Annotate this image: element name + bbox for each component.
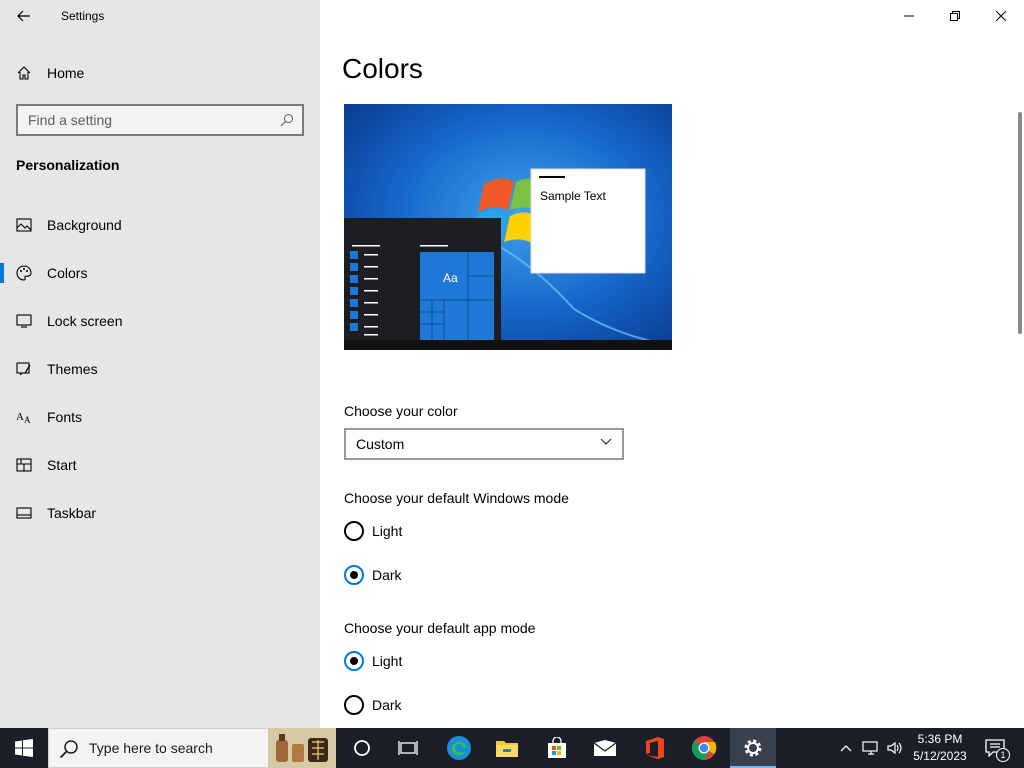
task-view-button[interactable] [388,728,428,768]
svg-text:A: A [16,411,24,423]
close-icon [996,11,1006,21]
sidebar-item-label: Fonts [47,409,83,425]
sidebar-item-lock-screen[interactable]: Lock screen [0,301,320,341]
restore-icon [950,11,960,21]
nav-home-label: Home [47,65,85,81]
tile-text: Aa [443,271,458,285]
find-setting-search[interactable] [16,104,304,136]
app-mode-dark-radio[interactable] [344,695,364,715]
app-mode-label: Choose your default app mode [344,620,536,636]
file-explorer-icon [496,741,518,757]
palette-icon [16,265,32,281]
search-icon [280,113,294,127]
settings-icon [744,739,762,757]
chevron-down-icon [600,438,612,445]
office-button[interactable] [634,728,676,768]
clock-button[interactable]: 5:36 PM 5/12/2023 [908,728,972,768]
search-input[interactable] [18,106,302,134]
windows-mode-dark-label: Dark [372,567,402,583]
app-mode-light-radio[interactable] [344,651,364,671]
app-mode-light-label: Light [372,653,403,669]
minimize-icon [904,15,914,17]
choose-color-label: Choose your color [344,403,458,419]
show-hidden-icons-button[interactable] [836,728,856,768]
settings-taskbar-button[interactable] [730,728,776,768]
sidebar-item-colors[interactable]: Colors [0,253,320,293]
sidebar-item-label: Background [47,217,122,233]
app-mode-dark-option[interactable]: Dark [344,693,402,717]
search-icon [59,740,78,759]
sidebar-item-start[interactable]: Start [0,445,320,485]
section-title: Personalization [16,157,120,173]
taskbar-search-placeholder: Type here to search [89,740,213,756]
page-title: Colors [342,53,423,84]
store-icon [548,737,566,758]
app-mode-dark-label: Dark [372,697,402,713]
clock-time: 5:36 PM [917,732,963,746]
windows-mode-light-label: Light [372,523,403,539]
sidebar-item-taskbar[interactable]: Taskbar [0,493,320,533]
home-icon [16,65,32,81]
mail-icon [593,740,617,756]
color-preview: Aa Sample Text [344,104,672,350]
search-highlight-icon [268,728,336,768]
mail-button[interactable] [584,728,626,768]
sidebar-item-label: Themes [47,361,98,377]
picture-icon [16,217,32,233]
action-center-button[interactable]: 1 [980,728,1010,768]
edge-icon [447,736,471,760]
chrome-button[interactable] [682,728,726,768]
windows-mode-light-option[interactable]: Light [344,519,402,543]
sidebar-item-fonts[interactable]: AA Fonts [0,397,320,437]
network-icon [862,741,878,755]
edge-button[interactable] [438,728,480,768]
svg-text:A: A [24,415,31,424]
back-button[interactable] [0,0,48,32]
start-tiles-icon [16,457,32,473]
sample-text: Sample Text [540,189,606,203]
app-title: Settings [61,9,105,23]
windows-mode-dark-radio[interactable] [344,565,364,585]
back-arrow-icon [17,10,30,22]
volume-icon [887,741,902,755]
sidebar-item-label: Colors [47,265,88,281]
choose-color-value: Custom [356,436,405,452]
clock-date: 5/12/2023 [913,749,967,763]
windows-mode-dark-option[interactable]: Dark [344,563,402,587]
chrome-icon [691,736,717,760]
app-mode-light-option[interactable]: Light [344,649,402,673]
restore-button[interactable] [932,0,978,32]
scrollbar-thumb[interactable] [1018,112,1022,334]
network-button[interactable] [860,728,882,768]
sidebar-item-label: Taskbar [47,505,97,521]
taskbar-icon [16,505,32,521]
task-view-icon [398,741,418,755]
minimize-button[interactable] [886,0,932,32]
chevron-up-icon [840,745,852,752]
sidebar-item-themes[interactable]: Themes [0,349,320,389]
windows-mode-label: Choose your default Windows mode [344,490,569,506]
cortana-icon [354,740,370,756]
desktop-preview-image: Aa Sample Text [344,104,672,350]
cortana-button[interactable] [342,728,382,768]
brush-icon [16,361,32,377]
notification-badge: 1 [996,748,1010,762]
start-button[interactable] [0,728,48,768]
file-explorer-button[interactable] [486,728,528,768]
office-icon [646,737,664,759]
close-button[interactable] [978,0,1024,32]
sidebar: Settings Home Personalization Background… [0,0,320,728]
nav-home[interactable]: Home [0,53,320,93]
monitor-icon [16,313,32,329]
sidebar-item-label: Start [47,457,77,473]
sidebar-item-label: Lock screen [47,313,123,329]
choose-color-dropdown[interactable]: Custom [344,428,624,460]
volume-button[interactable] [884,728,906,768]
store-button[interactable] [536,728,578,768]
windows-mode-light-radio[interactable] [344,521,364,541]
font-icon: AA [16,409,32,425]
taskbar: Type here to search 5:36 PM 5/12/2023 1 [0,728,1024,768]
sidebar-item-background[interactable]: Background [0,205,320,245]
windows-logo-icon [15,739,33,757]
